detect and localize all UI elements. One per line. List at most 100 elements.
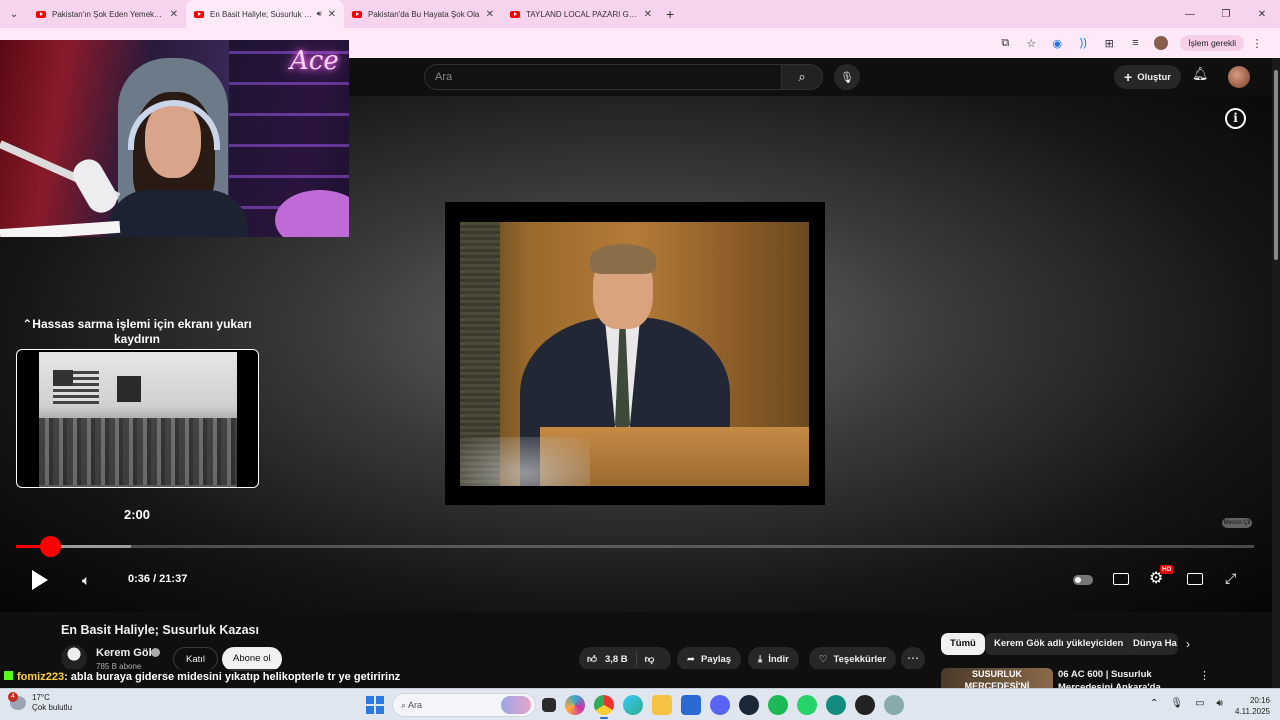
- search-input[interactable]: Ara: [424, 64, 782, 90]
- extension-icon[interactable]: ◉: [1044, 30, 1070, 56]
- bookmark-star-icon[interactable]: ☆: [1018, 30, 1044, 56]
- volume-icon[interactable]: 🔈︎: [82, 572, 90, 589]
- clock-date: 4.11.2025: [1235, 707, 1270, 716]
- tab-title: TAYLAND LOCAL PAZARI GEZD: [526, 9, 638, 19]
- browser-tab[interactable]: TAYLAND LOCAL PAZARI GEZD ✕: [502, 0, 660, 28]
- stream-chat-message: fomiz223: abla buraya giderse midesini y…: [0, 669, 940, 687]
- browser-tab[interactable]: Pakistan'da Bu Hayata Şok Ola ✕: [344, 0, 502, 28]
- windows-start-icon[interactable]: [366, 696, 384, 714]
- install-app-icon[interactable]: ⧉: [992, 30, 1018, 56]
- whatsapp-business-icon[interactable]: [826, 695, 846, 715]
- media-controls-icon[interactable]: ≡: [1122, 30, 1148, 56]
- subtitles-icon[interactable]: [1113, 573, 1129, 585]
- tab-search-chevron-icon[interactable]: ⌄: [0, 0, 28, 28]
- chevron-right-icon[interactable]: ›: [1186, 637, 1190, 651]
- share-arrow-icon: ➦: [687, 653, 695, 665]
- profile-avatar[interactable]: [1148, 30, 1174, 56]
- page-scrollbar[interactable]: [1272, 58, 1280, 688]
- discord-icon[interactable]: [710, 695, 730, 715]
- join-button[interactable]: Katıl: [173, 647, 219, 671]
- create-button[interactable]: + Oluştur: [1114, 65, 1181, 89]
- download-button[interactable]: ⤓ İndir: [748, 647, 799, 671]
- chip-all[interactable]: Tümü: [941, 633, 985, 655]
- whatsapp-icon[interactable]: [797, 695, 817, 715]
- microphone-icon[interactable]: 🎙︎: [834, 64, 860, 90]
- create-label: Oluştur: [1137, 71, 1171, 83]
- progress-bar[interactable]: [16, 536, 1254, 557]
- tab-close-icon[interactable]: ✕: [170, 9, 178, 20]
- youtube-favicon-icon: [510, 10, 520, 18]
- hd-badge: HD: [1160, 565, 1174, 574]
- channel-name[interactable]: Kerem Gök: [96, 647, 155, 659]
- thanks-button[interactable]: ♡ Teşekkürler: [809, 647, 897, 671]
- info-icon[interactable]: i: [1225, 108, 1246, 129]
- read-aloud-icon[interactable]: )): [1070, 30, 1096, 56]
- menu-kebab-icon[interactable]: ⋮: [1244, 30, 1270, 56]
- fullscreen-icon[interactable]: ⤢: [1225, 570, 1236, 587]
- browser-tab-active[interactable]: En Basit Haliyle; Susurluk Ka 🔊︎ ✕: [186, 0, 344, 28]
- subscribe-button[interactable]: Abone ol: [222, 647, 282, 671]
- like-button[interactable]: 👍︎ 3,8 B: [579, 651, 637, 667]
- taskbar-search[interactable]: ⌕ Ara: [392, 693, 536, 717]
- copilot-icon[interactable]: [565, 695, 585, 715]
- more-actions-icon[interactable]: ⋯: [901, 647, 925, 671]
- microphone-tray-icon[interactable]: 🎙︎: [1170, 698, 1183, 709]
- spotify-icon[interactable]: [768, 695, 788, 715]
- action-required-pill[interactable]: İşlem gerekli: [1180, 35, 1244, 51]
- channel-avatar[interactable]: [61, 645, 87, 671]
- tab-close-icon[interactable]: ✕: [328, 9, 336, 20]
- recommended-more-icon[interactable]: ⋮: [1199, 669, 1210, 682]
- settings-app-icon[interactable]: [884, 695, 904, 715]
- file-explorer-icon[interactable]: [652, 695, 672, 715]
- weather-widget[interactable]: 4 17°C Çok bulutlu: [8, 692, 73, 713]
- recommended-video-thumbnail[interactable]: SUSURLUK MERCEDESİ'Nİ: [941, 668, 1053, 688]
- speaker-tray-icon[interactable]: 🔊︎: [1217, 698, 1223, 709]
- new-tab-button[interactable]: +: [666, 6, 674, 22]
- video-frame: [445, 202, 825, 505]
- edge-icon[interactable]: [623, 695, 643, 715]
- share-button[interactable]: ➦ Paylaş: [677, 647, 742, 671]
- youtube-favicon-icon: [36, 10, 46, 18]
- tab-audio-icon[interactable]: 🔊︎: [317, 9, 322, 19]
- video-title: En Basit Haliyle; Susurluk Kazası: [61, 623, 259, 637]
- chip-world-history[interactable]: Dünya Ha: [1124, 633, 1178, 655]
- browser-tab[interactable]: Pakistan'ın Şok Eden Yemek Pa ✕: [28, 0, 186, 28]
- theater-mode-icon[interactable]: [1187, 573, 1203, 585]
- close-window-icon[interactable]: ✕: [1244, 0, 1280, 28]
- weather-condition: Çok bulutlu: [32, 703, 73, 712]
- tab-close-icon[interactable]: ✕: [644, 9, 652, 20]
- tab-close-icon[interactable]: ✕: [486, 9, 494, 20]
- autoplay-toggle[interactable]: [1073, 575, 1093, 585]
- tab-title: En Basit Haliyle; Susurluk Ka: [210, 9, 313, 19]
- webcam-overlay: Ace: [0, 40, 349, 237]
- network-icon[interactable]: ▭: [1195, 698, 1204, 709]
- dislike-button[interactable]: 👎︎: [637, 653, 663, 665]
- obs-icon[interactable]: [855, 695, 875, 715]
- system-clock[interactable]: 20:16 4.11.2025: [1228, 695, 1270, 717]
- account-avatar[interactable]: [1228, 66, 1250, 88]
- chip-from-uploader[interactable]: Kerem Gök adlı yükleyiciden: [985, 633, 1133, 655]
- scrubber-handle[interactable]: [40, 536, 62, 557]
- like-dislike-group: 👍︎ 3,8 B 👎︎: [579, 647, 671, 671]
- clock-time: 20:16: [1249, 696, 1270, 705]
- play-button[interactable]: [32, 570, 48, 590]
- chrome-icon[interactable]: [594, 695, 614, 719]
- download-icon: ⤓: [758, 653, 763, 665]
- restore-icon[interactable]: ❐: [1208, 0, 1244, 28]
- search-icon[interactable]: ⌕: [781, 64, 823, 90]
- scrollbar-thumb[interactable]: [1274, 70, 1278, 260]
- taskbar: 4 17°C Çok bulutlu ⌕ Ara ⌃ 🎙︎ ▭ 🔊︎ 20:16 …: [0, 688, 1280, 720]
- seek-preview-time: 2:00: [123, 507, 151, 522]
- extensions-puzzle-icon[interactable]: ⊞: [1096, 30, 1122, 56]
- task-view-icon[interactable]: [542, 698, 556, 712]
- double-chevron-up-icon: ⌃: [22, 317, 33, 331]
- minimize-icon[interactable]: —: [1172, 0, 1208, 28]
- tray-overflow-icon[interactable]: ⌃: [1150, 698, 1158, 709]
- channel-watermark[interactable]: Meson Çil: [1222, 518, 1252, 528]
- temperature: 17°C: [32, 693, 50, 702]
- store-icon[interactable]: [681, 695, 701, 715]
- verified-badge-icon: [151, 648, 160, 657]
- neon-sign-logo: Ace: [290, 46, 339, 76]
- notifications-bell-icon[interactable]: 🔔︎: [1192, 66, 1209, 82]
- steam-icon[interactable]: [739, 695, 759, 715]
